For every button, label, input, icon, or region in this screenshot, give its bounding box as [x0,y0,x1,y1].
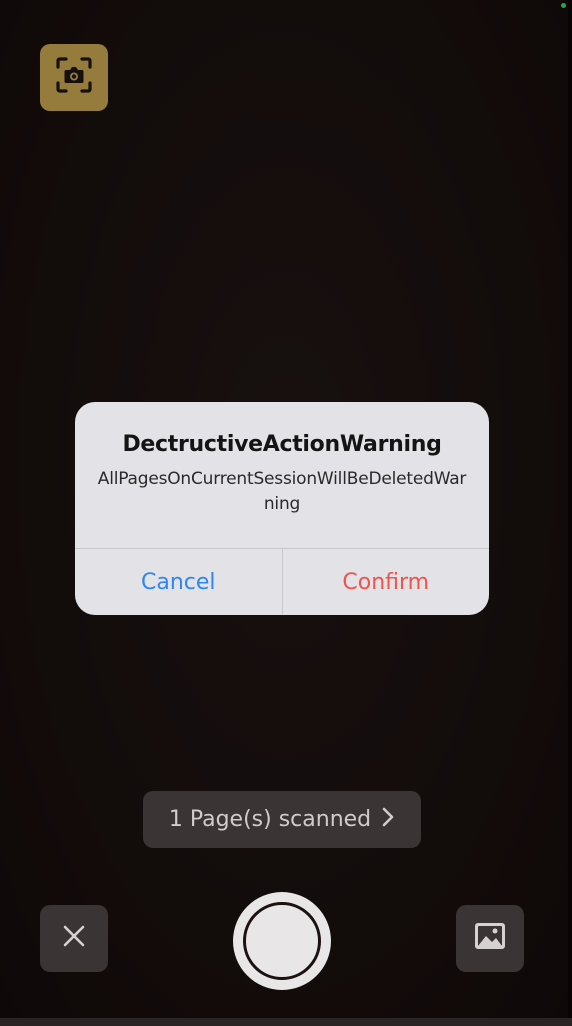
pages-scanned-label: 1 Page(s) scanned [168,807,372,832]
gallery-button[interactable] [456,905,524,972]
camera-scanner-screen: DectructiveActionWarning AllPagesOnCurre… [0,0,572,1026]
confirm-button[interactable]: Confirm [283,549,490,615]
shutter-inner-ring [243,902,321,980]
pages-scanned-button[interactable]: 1 Page(s) scanned [143,791,421,848]
alert-body: DectructiveActionWarning AllPagesOnCurre… [75,402,489,548]
shutter-button[interactable] [233,892,331,990]
alert-title: DectructiveActionWarning [122,432,442,457]
bottom-strip [0,1018,572,1026]
photo-gallery-icon [473,921,507,956]
alert-message: AllPagesOnCurrentSessionWillBeDeletedWar… [97,469,467,514]
close-button[interactable] [40,905,108,972]
cancel-button[interactable]: Cancel [75,549,283,615]
close-x-icon [62,924,86,953]
chevron-right-icon [381,806,395,834]
alert-actions: Cancel Confirm [75,548,489,615]
destructive-action-alert: DectructiveActionWarning AllPagesOnCurre… [75,402,489,615]
